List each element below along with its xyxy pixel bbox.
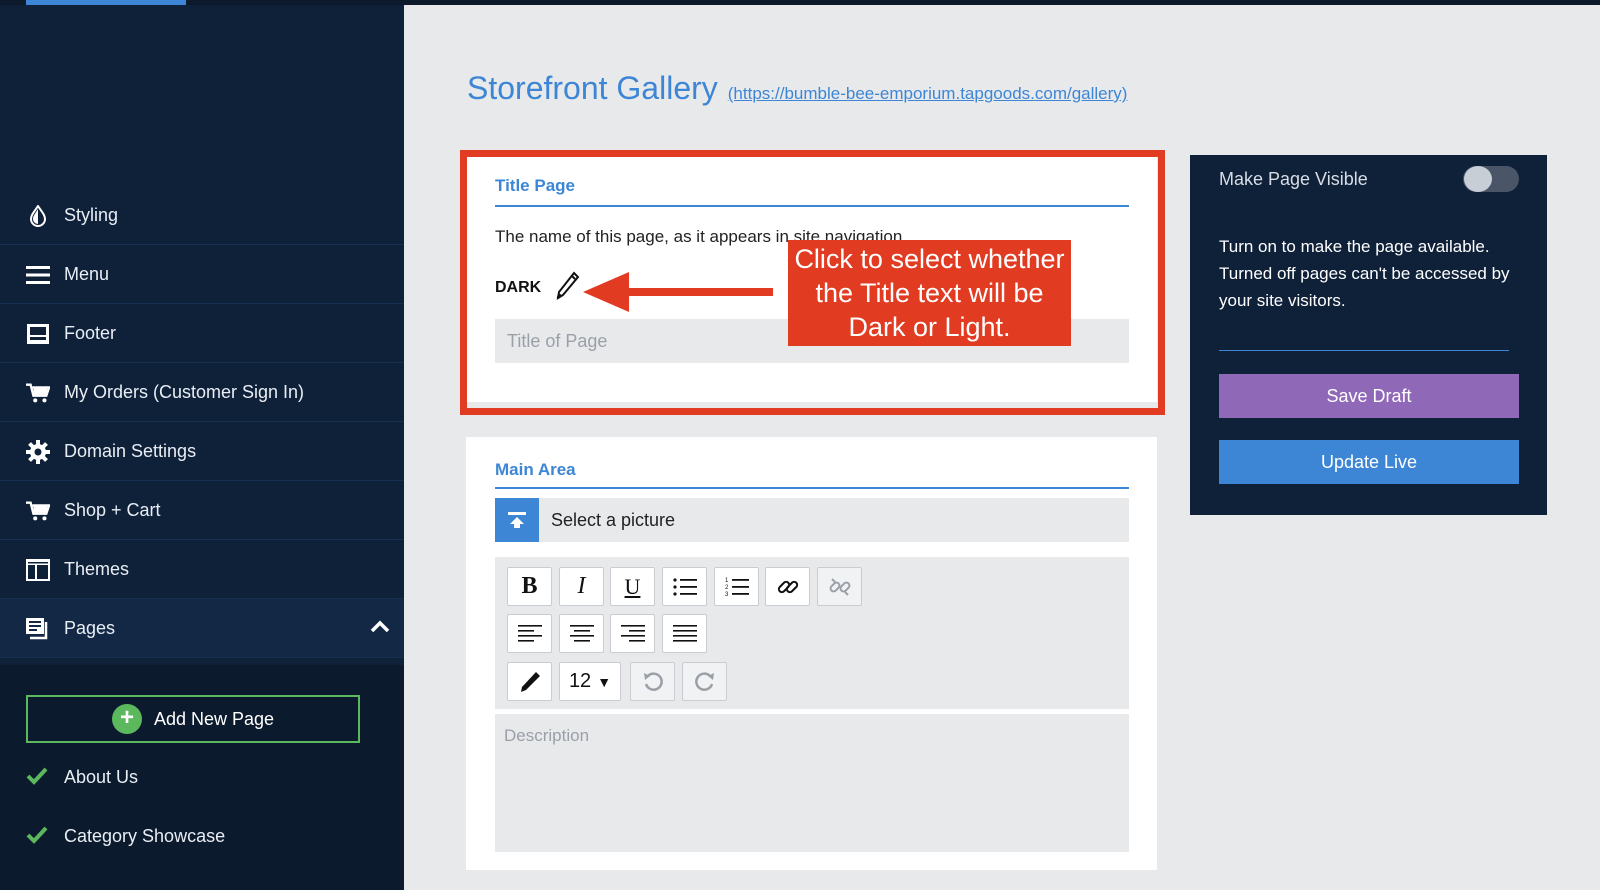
sidebar-item-footer[interactable]: Footer [0, 304, 404, 363]
select-picture-label: Select a picture [551, 509, 676, 530]
update-live-button[interactable]: Update Live [1219, 440, 1519, 484]
pages-subnav: + Add New Page About Us Category Showcas… [0, 665, 404, 890]
font-size-select[interactable]: 12 ▼ [559, 662, 621, 701]
add-new-page-button[interactable]: + Add New Page [26, 695, 360, 743]
align-justify-button[interactable] [662, 614, 707, 653]
hamburger-icon [26, 264, 50, 286]
bullet-list-icon [672, 577, 697, 596]
sidebar-item-shop-cart[interactable]: Shop + Cart [0, 481, 404, 540]
sidebar-item-styling[interactable]: Styling [0, 186, 404, 245]
bold-button[interactable]: B [507, 567, 552, 606]
chevron-up-icon[interactable] [370, 619, 390, 638]
cart-icon [26, 382, 50, 404]
numbered-list-button[interactable]: 123 [714, 567, 759, 606]
page-url-link[interactable]: (https://bumble-bee-emporium.tapgoods.co… [728, 84, 1128, 104]
sidebar-item-menu[interactable]: Menu [0, 245, 404, 304]
underline-icon: U [624, 573, 641, 599]
annotation-callout: Click to select whether the Title text w… [788, 240, 1071, 346]
unlink-icon [829, 577, 850, 596]
sidebar-nav: Styling Menu Footer My Orders (Customer … [0, 186, 404, 658]
svg-text:2: 2 [725, 585, 729, 591]
text-color-button[interactable] [507, 662, 552, 701]
sidebar-item-domain-settings[interactable]: Domain Settings [0, 422, 404, 481]
gear-icon [26, 440, 50, 464]
toggle-knob [1464, 166, 1492, 192]
sidebar-item-label: Menu [64, 263, 110, 284]
layout-icon [26, 559, 50, 581]
italic-button[interactable]: I [559, 567, 604, 606]
cart-icon [26, 500, 50, 522]
svg-text:1: 1 [725, 578, 729, 584]
align-center-button[interactable] [559, 614, 604, 653]
align-right-button[interactable] [610, 614, 655, 653]
description-textarea[interactable] [495, 714, 1129, 852]
sidebar-subitem-label: About Us [64, 766, 139, 787]
align-center-icon [569, 624, 594, 642]
bullet-list-button[interactable] [662, 567, 707, 606]
pages-icon [26, 618, 50, 640]
sidebar-item-label: My Orders (Customer Sign In) [64, 381, 305, 402]
link-icon [777, 580, 798, 593]
align-left-button[interactable] [507, 614, 552, 653]
redo-button[interactable] [682, 662, 727, 701]
svg-text:3: 3 [725, 592, 729, 597]
sidebar-item-label: Shop + Cart [64, 499, 161, 520]
bold-icon: B [521, 573, 538, 599]
checkmark-icon [26, 767, 48, 790]
annotation-arrow [583, 272, 773, 312]
link-button[interactable] [765, 567, 810, 606]
underline-button[interactable]: U [610, 567, 655, 606]
main-area-rule [495, 487, 1129, 489]
footer-layout-icon [26, 323, 50, 345]
sidebar-item-my-orders[interactable]: My Orders (Customer Sign In) [0, 363, 404, 422]
sidebar-subitem-label: Category Showcase [64, 825, 226, 846]
plus-icon: + [111, 704, 142, 734]
page-title: Storefront Gallery [467, 70, 718, 106]
align-right-icon [620, 624, 645, 642]
unlink-button[interactable] [817, 567, 862, 606]
numbered-list-icon: 123 [725, 578, 749, 597]
redo-icon [694, 671, 714, 691]
align-left-icon [517, 624, 542, 642]
align-justify-icon [672, 624, 697, 642]
page-visible-toggle[interactable] [1463, 166, 1519, 192]
panel-divider [1219, 350, 1509, 351]
select-picture-button[interactable]: Select a picture [495, 498, 1129, 542]
sidebar-item-pages[interactable]: Pages [0, 599, 404, 658]
sidebar-item-label: Footer [64, 322, 117, 343]
checkmark-icon [26, 826, 48, 849]
droplet-icon [26, 205, 50, 227]
visibility-help-text: Turn on to make the page available. Turn… [1219, 237, 1510, 310]
sidebar-subitem-about-us[interactable]: About Us [0, 757, 404, 797]
sidebar-item-themes[interactable]: Themes [0, 540, 404, 599]
main-area-heading: Main Area [495, 460, 576, 479]
sidebar-item-label: Themes [64, 558, 130, 579]
undo-button[interactable] [630, 662, 675, 701]
make-page-visible-label: Make Page Visible [1219, 169, 1368, 189]
font-size-value: 12 [568, 670, 592, 692]
visibility-panel: Make Page Visible Turn on to make the pa… [1190, 155, 1547, 515]
page-header: Storefront Gallery (https://bumble-bee-e… [467, 70, 1127, 107]
sidebar-item-label: Domain Settings [64, 440, 197, 461]
sidebar-item-label: Pages [64, 617, 116, 638]
sidebar-item-label: Styling [64, 204, 119, 225]
sidebar-subitem-category-showcase[interactable]: Category Showcase [0, 816, 404, 856]
italic-icon: I [577, 573, 586, 599]
save-draft-button[interactable]: Save Draft [1219, 374, 1519, 418]
editor-toolbar: B I U 123 12 ▼ [495, 557, 1129, 709]
main-area-card: Main Area Select a picture B I U 123 12 … [466, 437, 1157, 870]
upload-icon [495, 498, 539, 542]
undo-icon [643, 671, 663, 691]
caret-down-icon: ▼ [597, 673, 612, 690]
pencil-icon [520, 671, 540, 692]
add-new-page-label: Add New Page [153, 708, 275, 729]
sidebar: Styling Menu Footer My Orders (Customer … [0, 5, 404, 890]
